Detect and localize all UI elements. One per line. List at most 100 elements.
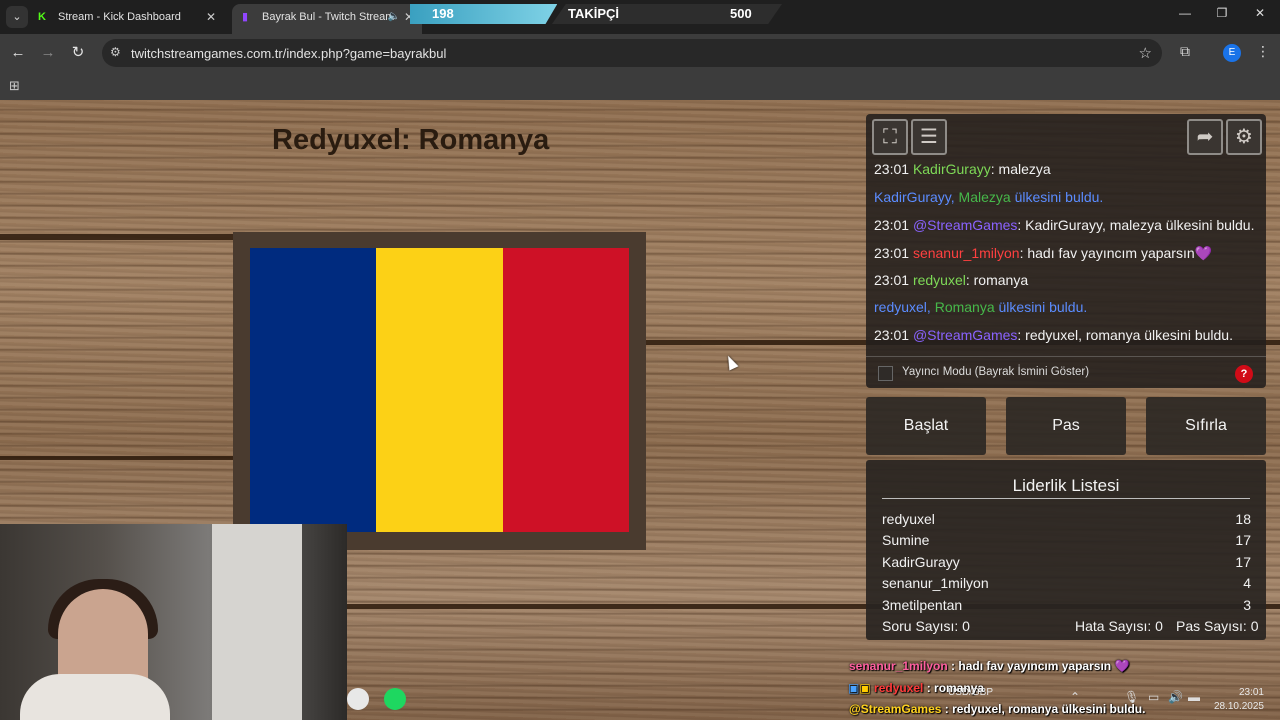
browser-toolbar: ← → ↻ ⚙ twitchstreamgames.com.tr/index.p…: [0, 34, 1280, 72]
leaderboard-name: KadirGurayy: [882, 554, 960, 570]
leaderboard-score: 3: [1243, 597, 1251, 613]
twitch-logo-icon: ▮: [242, 11, 249, 23]
chat-country: Romanya: [934, 299, 995, 315]
currency-widget[interactable]: USD/GBP: [948, 687, 1004, 698]
streamer-mode-row: Yayıncı Modu (Bayrak İsmini Göster) ?: [866, 356, 1266, 388]
tray-time[interactable]: 23:01: [1206, 687, 1264, 698]
overlay-chat-user: @StreamGames: [849, 702, 942, 716]
chat-time: 23:01: [874, 272, 910, 288]
menu-kebab-icon[interactable]: ⋮: [1256, 43, 1270, 60]
chat-username[interactable]: @StreamGames: [913, 327, 1017, 343]
pass-count: Pas Sayısı: 0: [1176, 618, 1259, 634]
close-tab-icon[interactable]: ✕: [206, 4, 216, 30]
chat-username[interactable]: redyuxel: [913, 272, 966, 288]
settings-gear-icon[interactable]: ⚙: [1226, 119, 1262, 155]
answer-title: Redyuxel: Romanya: [272, 124, 550, 156]
game-page: Redyuxel: Romanya ⛶ ☰ ➦ ⚙ 23:01 KadirGur…: [0, 100, 1280, 720]
chat-time: 23:01: [874, 217, 910, 233]
chat-message: 23:01 KadirGurayy: malezya: [874, 161, 1051, 177]
profile-avatar[interactable]: E: [1223, 44, 1241, 62]
chat-text: : KadirGurayy, malezya ülkesini buldu.: [1017, 217, 1255, 233]
microphone-icon[interactable]: 🎙: [1124, 690, 1139, 704]
flag-stripe-yellow: [376, 248, 503, 532]
close-window-button[interactable]: ✕: [1245, 6, 1275, 20]
badge-icon: ▣: [848, 681, 860, 695]
chat-message: 23:01 senanur_1milyon: hadı fav yayıncım…: [874, 245, 1212, 262]
divider: [882, 498, 1250, 499]
leaderboard-title: Liderlik Listesi: [1012, 476, 1120, 495]
speaker-icon[interactable]: 🔈: [388, 4, 400, 30]
leaderboard-score: 17: [1235, 554, 1251, 570]
start-button[interactable]: Başlat: [866, 397, 986, 455]
kick-logo-icon: K: [38, 11, 46, 23]
battery-icon[interactable]: ▬: [1188, 690, 1200, 704]
chat-username[interactable]: @StreamGames: [913, 217, 1017, 233]
heart-emote-icon: 💜: [1111, 659, 1130, 673]
overlay-chat-line: @StreamGames : redyuxel, romanya ülkesin…: [849, 702, 1145, 716]
follower-count: 198: [432, 6, 454, 21]
heart-emote-icon: 💜: [1194, 245, 1213, 261]
reset-button[interactable]: Sıfırla: [1146, 397, 1266, 455]
help-icon[interactable]: ?: [1235, 365, 1253, 383]
flag-stripe-blue: [250, 248, 377, 532]
pass-button[interactable]: Pas: [1006, 397, 1126, 455]
tab-kick-dashboard[interactable]: K Stream - Kick Dashboard ✕: [28, 4, 224, 34]
overlay-chat-user: redyuxel: [874, 681, 924, 695]
address-bar[interactable]: ⚙ twitchstreamgames.com.tr/index.php?gam…: [102, 39, 1162, 67]
chat-text: ülkesini buldu.: [994, 299, 1088, 315]
back-button[interactable]: ←: [8, 43, 28, 63]
wood-plank-gap: [0, 456, 240, 460]
tab-title: Bayrak Bul - Twitch Stream: [262, 11, 395, 23]
chat-system-message: redyuxel, Romanya ülkesini buldu.: [874, 299, 1087, 315]
obs-taskbar-icon[interactable]: [347, 688, 369, 710]
badge-icon: ▣: [859, 681, 871, 695]
chat-username: KadirGurayy,: [874, 189, 959, 205]
leaderboard-score: 17: [1235, 532, 1251, 548]
chat-system-message: KadirGurayy, Malezya ülkesini buldu.: [874, 189, 1103, 205]
leaderboard-score: 4: [1243, 575, 1251, 591]
bookmarks-bar: ⊞: [0, 72, 1280, 100]
overlay-chat-text: : redyuxel, romanya ülkesini buldu.: [941, 702, 1146, 716]
minimize-button[interactable]: —: [1170, 6, 1200, 20]
chat-text: : hadı fav yayıncım yaparsın: [1019, 245, 1195, 261]
chat-text: : romanya: [965, 272, 1029, 288]
spotify-taskbar-icon[interactable]: [384, 688, 406, 710]
reload-button[interactable]: ↻: [68, 43, 88, 63]
chat-panel: ⛶ ☰ ➦ ⚙ 23:01 KadirGurayy: malezya KadirG…: [866, 114, 1266, 388]
fullscreen-icon[interactable]: ⛶: [872, 119, 908, 155]
chat-message: 23:01 redyuxel: romanya: [874, 272, 1028, 288]
chat-message: 23:01 @StreamGames: KadirGurayy, malezya…: [874, 217, 1254, 233]
logout-icon[interactable]: ➦: [1187, 119, 1223, 155]
chat-time: 23:01: [874, 327, 910, 343]
tab-bayrak-bul[interactable]: ▮ Bayrak Bul - Twitch Stream 🔈 ✕: [232, 4, 422, 34]
url-text[interactable]: twitchstreamgames.com.tr/index.php?game=…: [131, 46, 446, 61]
chat-username[interactable]: senanur_1milyon: [913, 245, 1020, 261]
chat-text: : redyuxel, romanya ülkesini buldu.: [1017, 327, 1233, 343]
leaderboard-name: senanur_1milyon: [882, 575, 989, 591]
forward-button[interactable]: →: [38, 43, 58, 63]
tab-search-button[interactable]: ⌄: [6, 6, 28, 28]
follower-label: TAKİPÇİ: [568, 6, 620, 21]
error-count: Hata Sayısı: 0: [1075, 618, 1163, 634]
chat-message: 23:01 @StreamGames: redyuxel, romanya ül…: [874, 327, 1233, 343]
maximize-button[interactable]: ❐: [1207, 6, 1237, 20]
chat-username[interactable]: KadirGurayy: [913, 161, 991, 177]
chat-time: 23:01: [874, 245, 910, 261]
volume-icon[interactable]: 🔊: [1168, 690, 1183, 704]
log-icon[interactable]: ☰: [911, 119, 947, 155]
leaderboard-name: redyuxel: [882, 511, 935, 527]
apps-grid-icon[interactable]: ⊞: [9, 78, 20, 94]
webcam-background-door: [212, 524, 302, 720]
overlay-chat-user: senanur_1milyon: [849, 659, 948, 673]
mouse-cursor: [723, 353, 739, 371]
tray-date[interactable]: 28.10.2025: [1206, 701, 1264, 712]
extensions-icon[interactable]: ⧉: [1180, 43, 1190, 60]
leaderboard-name: 3metilpentan: [882, 597, 963, 613]
follower-goal: 500: [730, 6, 752, 21]
network-icon[interactable]: ▭: [1148, 690, 1159, 704]
chat-time: 23:01: [874, 161, 910, 177]
streamer-mode-checkbox[interactable]: [878, 366, 893, 381]
bookmark-star-icon[interactable]: ☆: [1139, 44, 1152, 62]
tray-chevron-icon[interactable]: ⌃: [1070, 690, 1080, 704]
site-info-icon[interactable]: ⚙: [110, 45, 121, 59]
